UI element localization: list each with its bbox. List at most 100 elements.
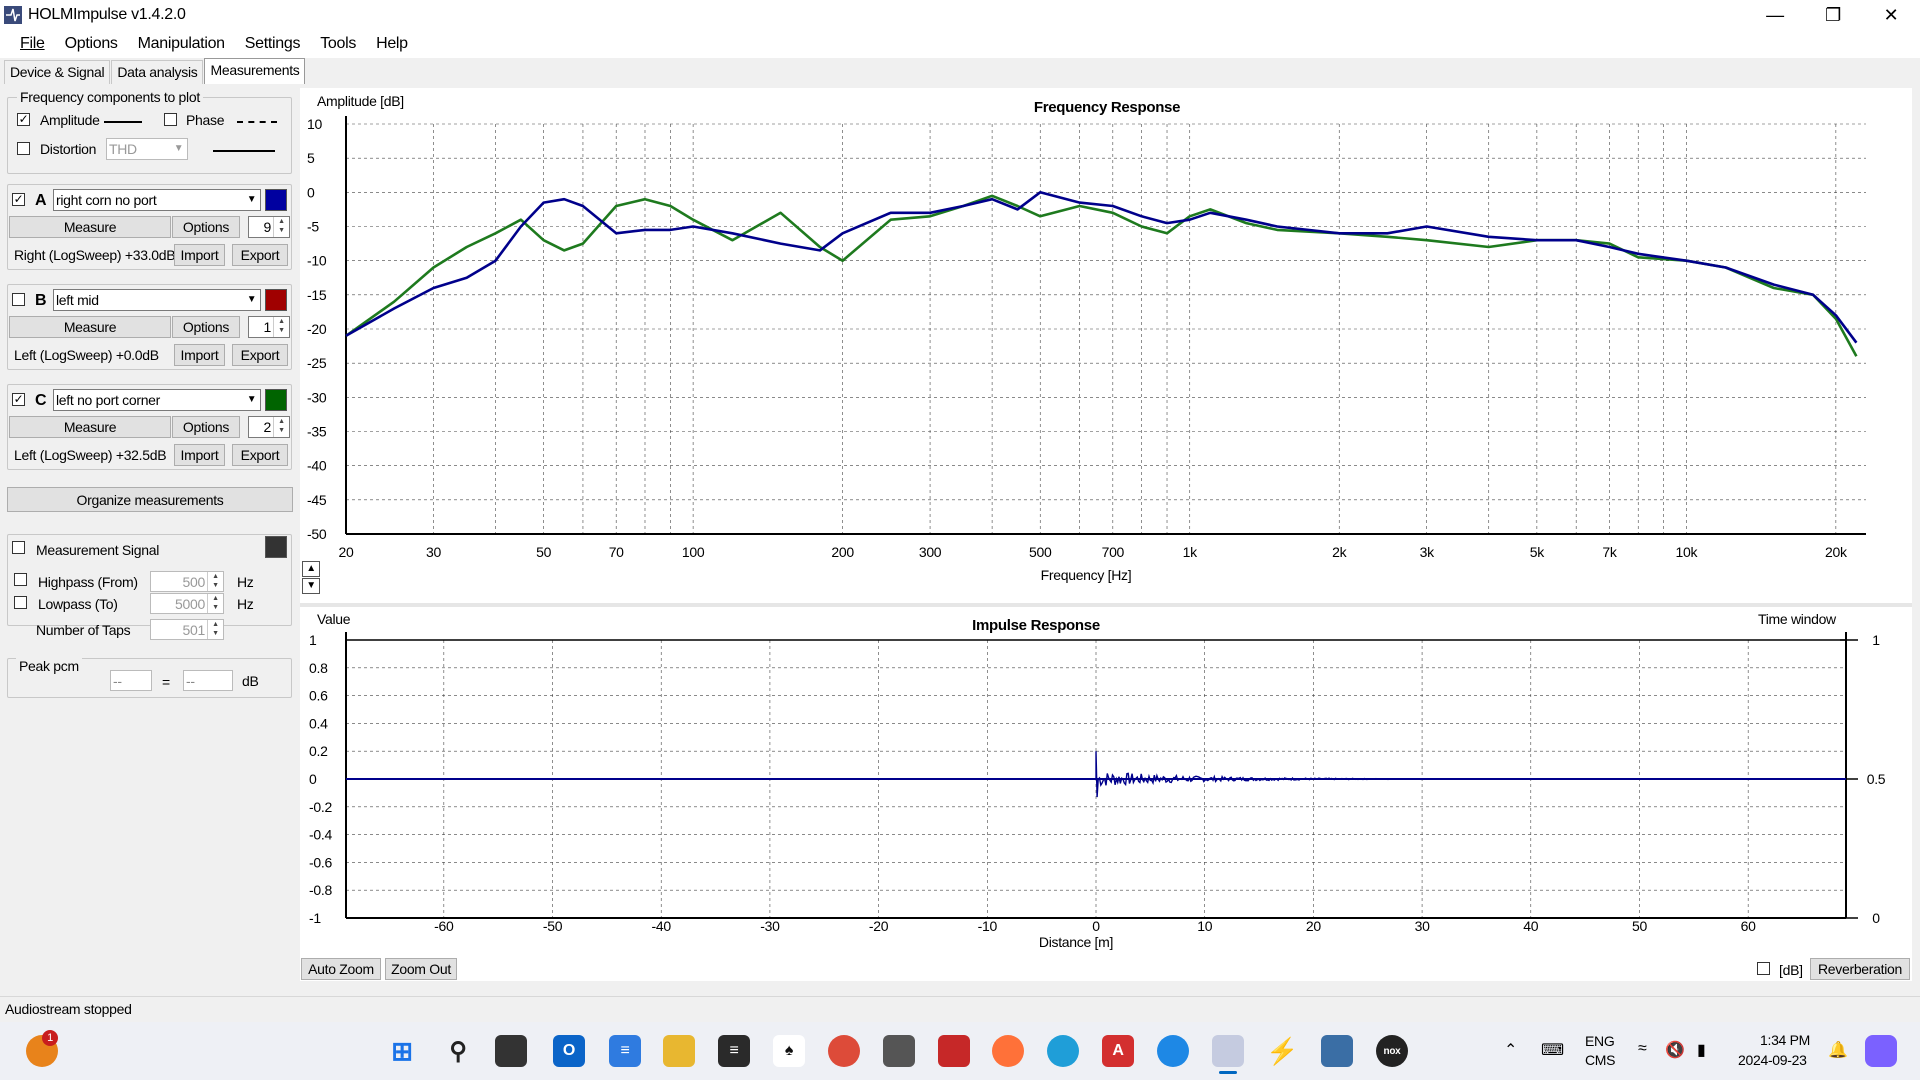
measurement-a-name-select[interactable]: right corn no port ▼ xyxy=(53,189,261,211)
menu-manipulation[interactable]: Manipulation xyxy=(128,35,235,53)
task-view-icon[interactable] xyxy=(495,1035,527,1067)
measurement-b-import-button[interactable]: Import xyxy=(174,344,225,366)
measurement-a-measure-button[interactable]: Measure xyxy=(9,216,171,238)
tray-keyboard-icon[interactable]: ⌨ xyxy=(1541,1040,1564,1060)
measurement-b-options-button[interactable]: Options xyxy=(172,316,240,338)
holmimpulse-taskbar-icon[interactable] xyxy=(1212,1035,1244,1067)
measurement-signal-color-swatch[interactable] xyxy=(265,536,287,558)
frequency-response-panel[interactable]: Frequency Response Amplitude [dB] Frequenc… xyxy=(300,88,1912,603)
highpass-input[interactable]: 500 ▲ ▼ xyxy=(150,571,224,592)
menu-tools[interactable]: Tools xyxy=(310,35,366,53)
measurement-c-measure-button[interactable]: Measure xyxy=(9,416,171,438)
menu-options[interactable]: Options xyxy=(55,35,128,53)
reverberation-button[interactable]: Reverberation xyxy=(1810,958,1910,980)
language-line-2[interactable]: CMS xyxy=(1585,1052,1616,1068)
x-tick-label: -40 xyxy=(652,918,672,934)
notification-badge: 1 xyxy=(42,1030,58,1046)
measurement-c-export-button[interactable]: Export xyxy=(232,444,288,466)
chart-title: Impulse Response xyxy=(972,617,1100,634)
y-tick-label: -0.8 xyxy=(309,882,332,898)
measurement-c-name-select[interactable]: left no port corner ▼ xyxy=(53,389,261,411)
firefox-icon[interactable] xyxy=(992,1035,1024,1067)
start-icon[interactable]: ⊞ xyxy=(386,1035,418,1067)
restore-button[interactable]: ❐ xyxy=(1804,0,1862,30)
measurement-signal-checkbox[interactable] xyxy=(12,541,25,554)
close-button[interactable]: ✕ xyxy=(1862,0,1920,30)
spinner-arrows-icon[interactable]: ▲ ▼ xyxy=(207,620,223,639)
measurement-c-checkbox[interactable]: ✓ xyxy=(12,393,25,406)
measurement-a-checkbox[interactable]: ✓ xyxy=(12,193,25,206)
menu-file[interactable]: File xyxy=(10,35,55,53)
acrobat-icon[interactable]: A xyxy=(1102,1035,1134,1067)
measurement-b-count-spinner[interactable]: 1 ▲ ▼ xyxy=(248,316,290,338)
search-icon[interactable]: ⚲ xyxy=(442,1035,474,1067)
highpass-checkbox[interactable] xyxy=(14,573,27,586)
taps-input[interactable]: 501 ▲ ▼ xyxy=(150,619,224,640)
measurement-c-import-button[interactable]: Import xyxy=(174,444,225,466)
language-line-1[interactable]: ENG xyxy=(1585,1033,1615,1049)
measurement-b-name-select[interactable]: left mid ▼ xyxy=(53,289,261,311)
app-icon-red[interactable] xyxy=(938,1035,970,1067)
tab-device-signal[interactable]: Device & Signal xyxy=(4,60,111,84)
measurement-a-export-button[interactable]: Export xyxy=(232,244,288,266)
measurement-b-checkbox[interactable] xyxy=(12,293,25,306)
battery-icon[interactable]: ▮ xyxy=(1697,1040,1706,1060)
measurement-a-import-button[interactable]: Import xyxy=(174,244,225,266)
lowpass-checkbox[interactable] xyxy=(14,596,27,609)
lowpass-input[interactable]: 5000 ▲ ▼ xyxy=(150,593,224,614)
chrome-icon[interactable] xyxy=(828,1035,860,1067)
copilot-icon[interactable] xyxy=(1865,1035,1897,1067)
distortion-checkbox[interactable] xyxy=(17,142,30,155)
measurement-a-color-swatch[interactable] xyxy=(265,189,287,211)
db-checkbox[interactable] xyxy=(1757,962,1770,975)
app-icon xyxy=(4,6,22,24)
solitaire-icon[interactable]: ♠ xyxy=(773,1035,805,1067)
lightning-app-icon[interactable]: ⚡ xyxy=(1266,1035,1298,1067)
zoom-out-button[interactable]: Zoom Out xyxy=(385,958,457,980)
impulse-response-panel[interactable]: Impulse Response Value Time window Distance… xyxy=(300,607,1912,957)
minimize-button[interactable]: — xyxy=(1746,0,1804,30)
tray-chevron-icon[interactable]: ⌃ xyxy=(1504,1040,1517,1060)
spinner-arrows-icon[interactable]: ▲ ▼ xyxy=(273,417,289,437)
nox-icon[interactable]: nox xyxy=(1376,1035,1408,1067)
menu-settings[interactable]: Settings xyxy=(235,35,310,53)
freq-scroll-up-button[interactable]: ▲ xyxy=(302,561,320,577)
notepad-icon[interactable]: ≡ xyxy=(609,1035,641,1067)
wifi-icon[interactable]: ≈ xyxy=(1638,1040,1647,1058)
measurement-a-info: Right (LogSweep) +33.0dB xyxy=(14,247,176,263)
file-explorer-icon[interactable] xyxy=(663,1035,695,1067)
clock-date[interactable]: 2024-09-23 xyxy=(1738,1052,1807,1068)
calculator-icon[interactable] xyxy=(1321,1035,1353,1067)
tab-measurements[interactable]: Measurements xyxy=(204,58,306,84)
speaker-muted-icon[interactable]: 🔇 xyxy=(1665,1040,1685,1060)
phase-checkbox[interactable] xyxy=(164,113,177,126)
measurement-c-color-swatch[interactable] xyxy=(265,389,287,411)
outlook-icon[interactable]: O xyxy=(553,1035,585,1067)
menu-help[interactable]: Help xyxy=(366,35,418,53)
frequency-response-chart[interactable]: Frequency Response Amplitude [dB] Frequenc… xyxy=(301,89,1913,604)
amplitude-checkbox[interactable]: ✓ xyxy=(17,113,30,126)
auto-zoom-button[interactable]: Auto Zoom xyxy=(301,958,381,980)
tab-data-analysis[interactable]: Data analysis xyxy=(111,60,204,84)
browser-icon[interactable] xyxy=(1157,1035,1189,1067)
measurement-c-options-button[interactable]: Options xyxy=(172,416,240,438)
distortion-select[interactable]: THD ▼ xyxy=(106,138,188,160)
edge-icon[interactable] xyxy=(1047,1035,1079,1067)
measurement-b-export-button[interactable]: Export xyxy=(232,344,288,366)
freq-scroll-down-button[interactable]: ▼ xyxy=(302,578,320,594)
impulse-response-chart[interactable]: Impulse Response Value Time window Distance… xyxy=(301,608,1913,958)
terminal-icon[interactable]: ≡ xyxy=(718,1035,750,1067)
clock-time[interactable]: 1:34 PM xyxy=(1760,1032,1810,1048)
measurement-b-measure-button[interactable]: Measure xyxy=(9,316,171,338)
measurement-b-color-swatch[interactable] xyxy=(265,289,287,311)
app-icon-gray[interactable] xyxy=(883,1035,915,1067)
spinner-arrows-icon[interactable]: ▲ ▼ xyxy=(273,217,289,237)
measurement-c-count-spinner[interactable]: 2 ▲ ▼ xyxy=(248,416,290,438)
measurement-a-count-spinner[interactable]: 9 ▲ ▼ xyxy=(248,216,290,238)
spinner-arrows-icon[interactable]: ▲ ▼ xyxy=(273,317,289,337)
measurement-a-options-button[interactable]: Options xyxy=(172,216,240,238)
organize-measurements-button[interactable]: Organize measurements xyxy=(7,487,293,512)
spinner-arrows-icon[interactable]: ▲ ▼ xyxy=(207,594,223,613)
spinner-arrows-icon[interactable]: ▲ ▼ xyxy=(207,572,223,591)
bell-icon[interactable]: 🔔 xyxy=(1828,1040,1848,1060)
